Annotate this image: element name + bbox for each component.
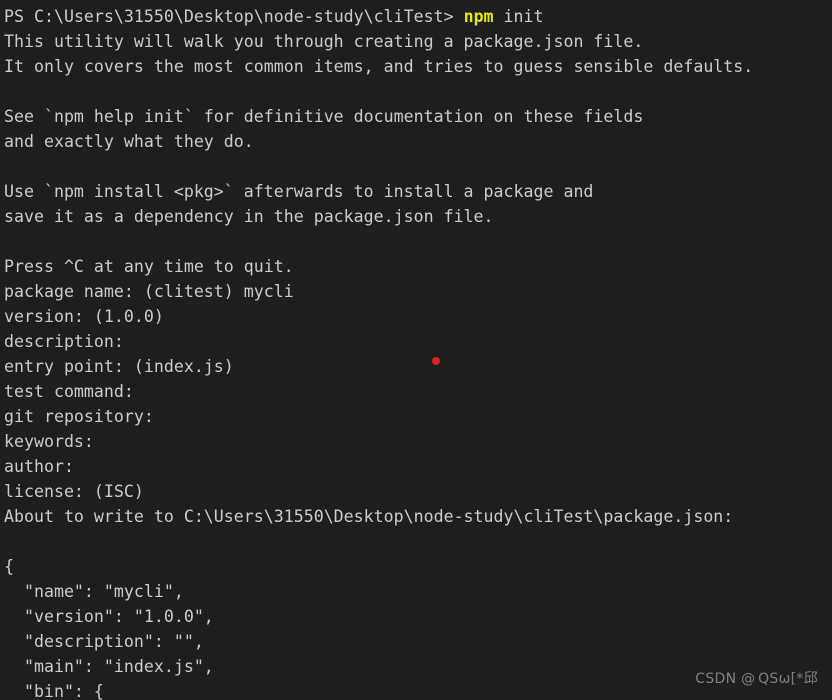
terminal-line: git repository: <box>4 407 154 426</box>
cursor-dot-indicator <box>432 357 440 365</box>
terminal-line: "name": "mycli", <box>4 582 184 601</box>
command-name: npm <box>463 7 494 26</box>
terminal-line: { <box>4 557 14 576</box>
terminal-line: author: <box>4 457 74 476</box>
terminal-line: "version": "1.0.0", <box>4 607 214 626</box>
terminal-line: See `npm help init` for definitive docum… <box>4 107 644 126</box>
watermark-text: CSDN @ QSω[*邱 <box>695 671 818 687</box>
terminal-line: This utility will walk you through creat… <box>4 32 644 51</box>
terminal-line: About to write to C:\Users\31550\Desktop… <box>4 507 734 526</box>
terminal-line: version: (1.0.0) <box>4 307 164 326</box>
terminal-line: and exactly what they do. <box>4 132 254 151</box>
terminal-line: package name: (clitest) mycli <box>4 282 294 301</box>
prompt-path: C:\Users\31550\Desktop\node-study\cliTes… <box>33 7 444 26</box>
prompt-line: PS C:\Users\31550\Desktop\node-study\cli… <box>4 4 832 29</box>
terminal-output: This utility will walk you through creat… <box>4 29 832 700</box>
terminal-line: keywords: <box>4 432 94 451</box>
prompt-prefix: PS <box>4 7 34 26</box>
terminal-line: Press ^C at any time to quit. <box>4 257 294 276</box>
terminal-line: license: (ISC) <box>4 482 144 501</box>
terminal-line: Use `npm install <pkg>` afterwards to in… <box>4 182 594 201</box>
terminal-window[interactable]: PS C:\Users\31550\Desktop\node-study\cli… <box>0 0 832 700</box>
terminal-line: description: <box>4 332 124 351</box>
terminal-line: save it as a dependency in the package.j… <box>4 207 494 226</box>
terminal-line: It only covers the most common items, an… <box>4 57 754 76</box>
prompt-suffix: > <box>443 7 464 26</box>
command-args: init <box>493 7 544 26</box>
terminal-line: test command: <box>4 382 134 401</box>
terminal-line: "description": "", <box>4 632 204 651</box>
terminal-line: entry point: (index.js) <box>4 357 234 376</box>
